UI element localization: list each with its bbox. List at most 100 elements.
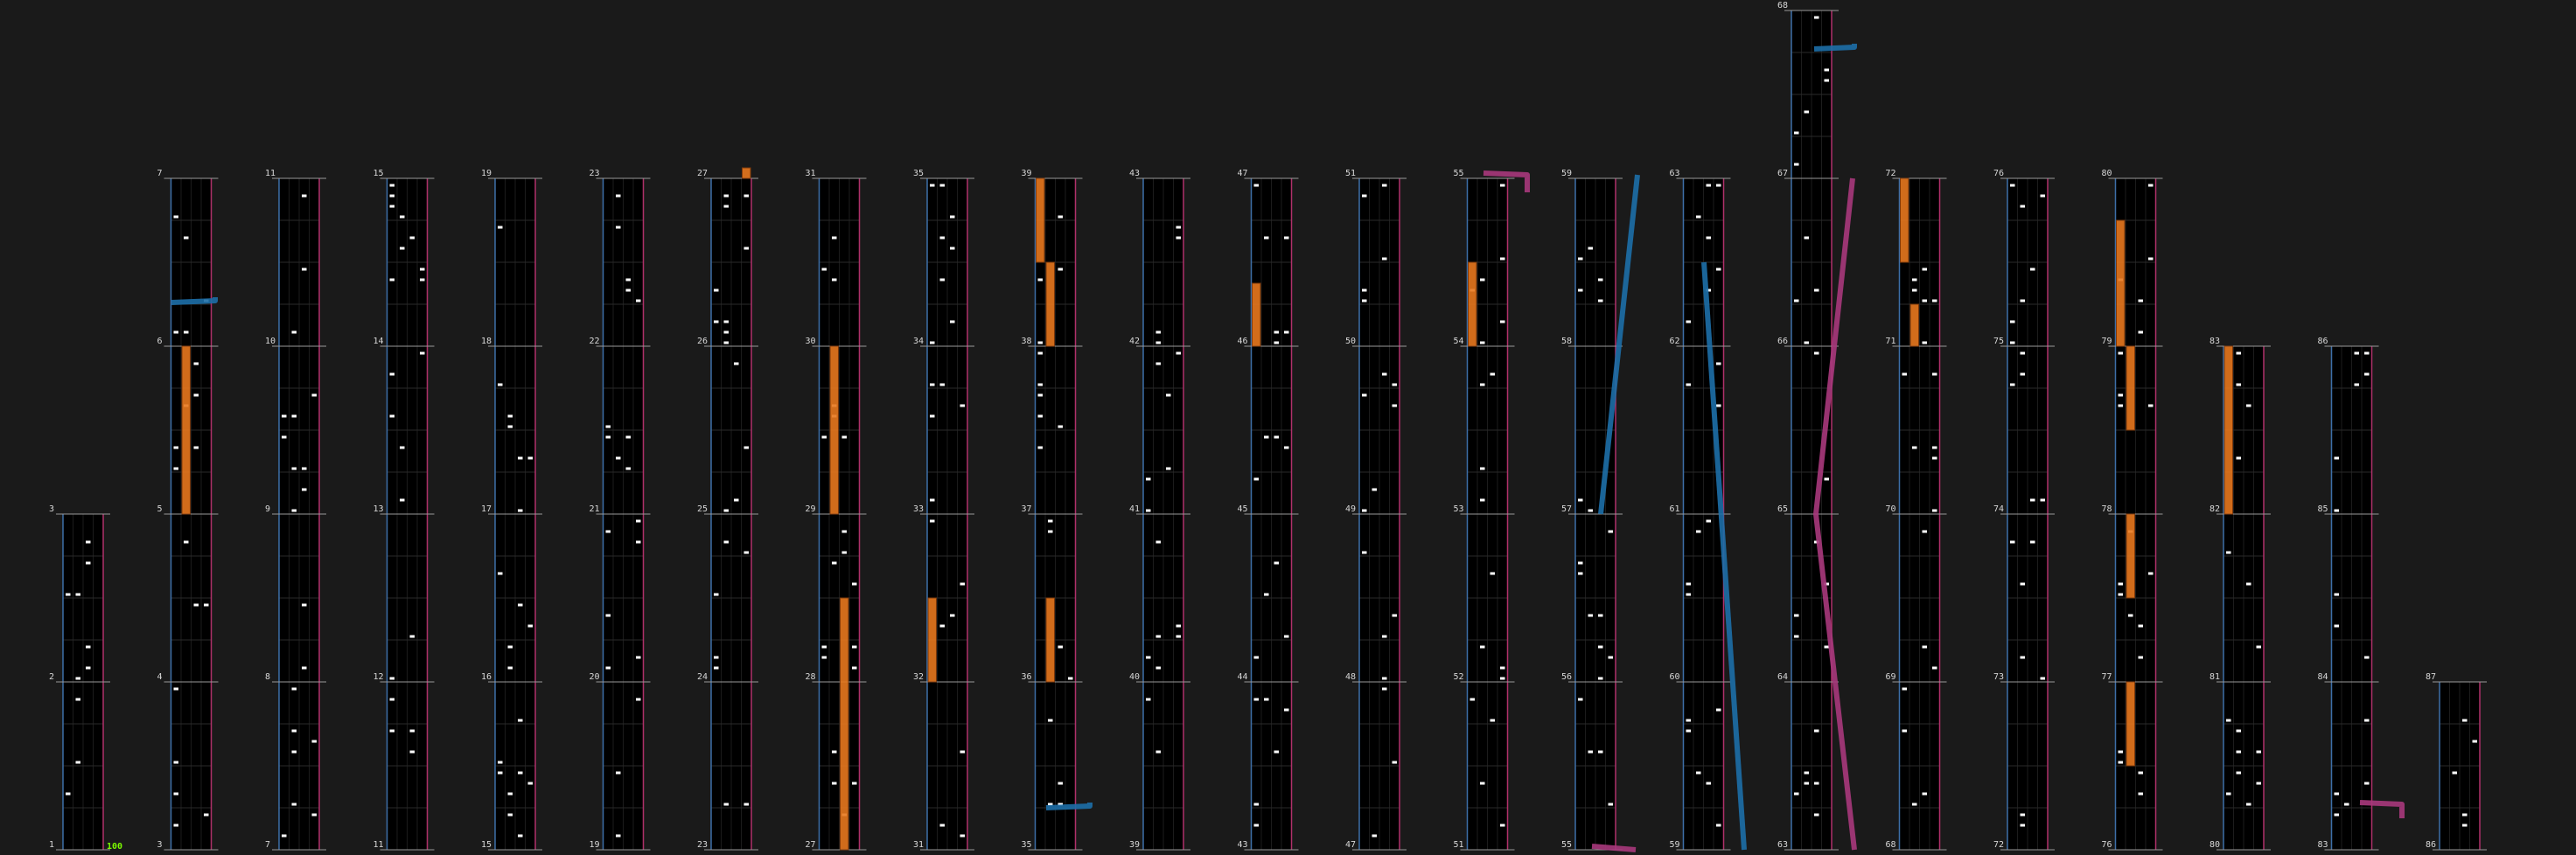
measure-number: 80 (2102, 169, 2112, 178)
measure-number: 29 (806, 504, 816, 514)
tap-note (2010, 540, 2015, 544)
tap-note (409, 750, 415, 754)
measure-number: 87 (2426, 672, 2436, 682)
tap-note (1382, 687, 1387, 691)
tap-note (1588, 509, 1593, 512)
tap-note (2246, 803, 2251, 806)
tap-note (1608, 530, 1613, 533)
tap-note (420, 268, 425, 271)
hold-note (2126, 345, 2135, 431)
tap-note (2472, 740, 2477, 743)
tap-note (2040, 194, 2045, 198)
measure-number: 47 (1238, 169, 1248, 178)
tap-note (2040, 498, 2045, 502)
tap-note (2148, 572, 2154, 575)
tap-note (184, 236, 189, 240)
tap-note (518, 834, 523, 838)
tap-note (173, 761, 178, 764)
tap-note (2226, 792, 2231, 796)
tap-note (302, 666, 307, 670)
tap-note (527, 782, 533, 785)
measure-number: 84 (2318, 672, 2328, 682)
tap-note (1037, 351, 1043, 355)
tap-note (2364, 351, 2370, 355)
tap-note (1058, 645, 1063, 649)
tap-note (1058, 215, 1063, 219)
measure-number: 41 (1129, 504, 1140, 514)
tap-note (1608, 803, 1613, 806)
column-3: 7 8 9 10 11 (265, 169, 326, 851)
tap-note (960, 582, 965, 586)
measure-number: 68 (1777, 1, 1788, 10)
tap-note (193, 603, 199, 607)
tap-note (1155, 362, 1161, 365)
measure-number: 62 (1670, 337, 1680, 346)
tap-note (1480, 645, 1485, 649)
hold-note (840, 597, 849, 851)
tap-note (960, 834, 965, 838)
tap-note (1284, 446, 1289, 449)
column-22: 83 84 85 86 (2318, 337, 2379, 851)
tap-note (302, 194, 307, 198)
tap-note (409, 635, 415, 638)
tap-note (1598, 614, 1603, 617)
tap-note (86, 645, 91, 649)
column-11: 39 40 41 42 43 (1129, 169, 1190, 851)
measure-number: 15 (481, 840, 492, 850)
tap-note (1716, 404, 1721, 407)
tap-note (723, 540, 729, 544)
measure-number: 34 (913, 337, 924, 346)
measure-number: 2 (49, 672, 54, 682)
tap-note (2462, 813, 2468, 817)
measure-number: 16 (481, 672, 492, 682)
chart-overview: 1233456778910111112131415151617181919202… (49, 1, 2487, 852)
measure-number: 23 (697, 840, 708, 850)
tap-note (291, 803, 297, 806)
tap-note (1794, 614, 1799, 617)
tap-note (2236, 771, 2241, 775)
tap-note (1176, 226, 1181, 229)
tap-note (2462, 824, 2468, 827)
tap-note (1155, 635, 1161, 638)
tap-note (291, 467, 297, 470)
measure-number: 48 (1345, 672, 1356, 682)
tap-note (193, 362, 199, 365)
tap-note (714, 320, 719, 323)
tap-note (507, 425, 513, 428)
tap-note (2118, 761, 2123, 764)
tap-note (2344, 803, 2349, 806)
tap-note (2354, 383, 2359, 386)
tap-note (1284, 635, 1289, 638)
tap-note (1155, 341, 1161, 344)
tap-note (1686, 582, 1691, 586)
tap-note (605, 435, 611, 439)
tap-note (173, 687, 178, 691)
measure-number: 28 (806, 672, 816, 682)
tap-note (2118, 750, 2123, 754)
measure-number: 12 (373, 672, 384, 682)
tap-note (1382, 184, 1387, 187)
tap-note (1588, 750, 1593, 754)
tap-note (1253, 698, 1259, 701)
tap-note (841, 530, 847, 533)
measure-number: 35 (1022, 840, 1032, 850)
tap-note (2246, 582, 2251, 586)
tap-note (1058, 425, 1063, 428)
tap-note (75, 761, 80, 764)
measure-number: 75 (1993, 337, 2004, 346)
tap-note (605, 614, 611, 617)
tap-note (86, 666, 91, 670)
measure-number: 71 (1886, 337, 1896, 346)
tap-note (1696, 530, 1701, 533)
tap-note (1253, 184, 1259, 187)
measure-number: 39 (1129, 840, 1140, 850)
column-6: 19 20 21 22 23 (590, 169, 651, 851)
tap-note (2236, 383, 2241, 386)
measure-number: 69 (1886, 672, 1896, 682)
tap-note (1706, 782, 1711, 785)
measure-number: 44 (1238, 672, 1248, 682)
tap-note (1814, 782, 1819, 785)
combo-counter: 100 (107, 842, 122, 852)
tap-note (734, 362, 739, 365)
tap-note (173, 215, 178, 219)
